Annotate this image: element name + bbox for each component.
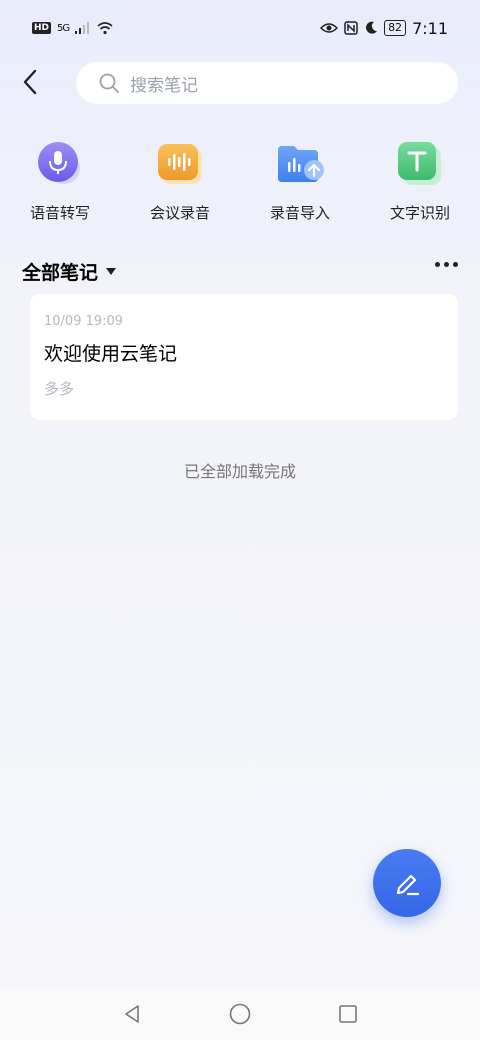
text-recognition-label: 文字识别 — [389, 204, 450, 222]
new-note-button[interactable] — [373, 849, 441, 917]
load-status: 已全部加载完成 — [183, 462, 296, 481]
note-date: 10/09 19:09 — [44, 314, 124, 329]
search-input[interactable]: 搜索笔记 — [76, 62, 458, 104]
search-icon — [99, 73, 119, 93]
waveform-icon — [156, 140, 204, 188]
audio-import-label: 录音导入 — [269, 204, 330, 222]
wifi-icon — [97, 21, 113, 34]
more-options-button[interactable] — [435, 262, 458, 267]
meeting-record-label: 会议录音 — [149, 204, 210, 222]
status-left: HD 5G — [32, 21, 113, 35]
meeting-record-button[interactable]: 会议录音 — [120, 140, 240, 230]
dot-icon — [435, 262, 440, 267]
text-recognition-button[interactable]: 文字识别 — [360, 140, 480, 230]
eye-icon — [320, 23, 339, 33]
battery-level: 82 — [384, 20, 407, 36]
dot-icon — [453, 262, 458, 267]
section-title: 全部笔记 — [22, 262, 99, 284]
note-preview: 多多 — [44, 380, 75, 398]
network-type: 5G — [57, 22, 70, 34]
top-bar: 搜索笔记 — [0, 60, 480, 106]
folder-upload-icon — [276, 140, 324, 188]
pencil-icon — [396, 874, 420, 896]
voice-transcribe-label: 语音转写 — [29, 204, 90, 222]
status-right: 82 7:11 — [320, 19, 448, 38]
mic-icon — [36, 140, 84, 188]
back-button[interactable] — [14, 66, 46, 98]
system-nav-bar — [0, 988, 480, 1040]
nav-recents-button[interactable] — [334, 1000, 362, 1028]
triangle-back-icon — [125, 1005, 139, 1023]
note-card[interactable]: 10/09 19:09 欢迎使用云笔记 多多 — [30, 294, 458, 420]
notes-section: 全部笔记 10/09 19:09 欢迎使用云笔记 多多 — [14, 252, 472, 424]
note-title: 欢迎使用云笔记 — [44, 343, 178, 365]
audio-import-button[interactable]: 录音导入 — [240, 140, 360, 230]
nfc-icon — [344, 21, 358, 35]
hd-badge: HD — [32, 22, 52, 34]
signal-icon — [75, 22, 90, 34]
nav-back-button[interactable] — [118, 1000, 146, 1028]
chevron-left-icon — [23, 69, 37, 95]
nav-home-button[interactable] — [226, 1000, 254, 1028]
moon-icon — [366, 21, 378, 34]
dot-icon — [444, 262, 449, 267]
quick-actions: 语音转写 会议录音 录音导入 文字识别 — [0, 140, 480, 230]
circle-home-icon — [229, 1003, 251, 1025]
search-placeholder: 搜索笔记 — [130, 75, 198, 96]
clock: 7:11 — [412, 18, 448, 38]
status-bar: HD 5G 82 7:11 — [0, 0, 480, 56]
text-recognition-icon — [396, 140, 444, 188]
square-recents-icon — [339, 1005, 357, 1023]
caret-down-icon — [106, 268, 117, 275]
voice-transcribe-button[interactable]: 语音转写 — [0, 140, 120, 230]
notes-filter-dropdown[interactable]: 全部笔记 — [22, 258, 117, 285]
